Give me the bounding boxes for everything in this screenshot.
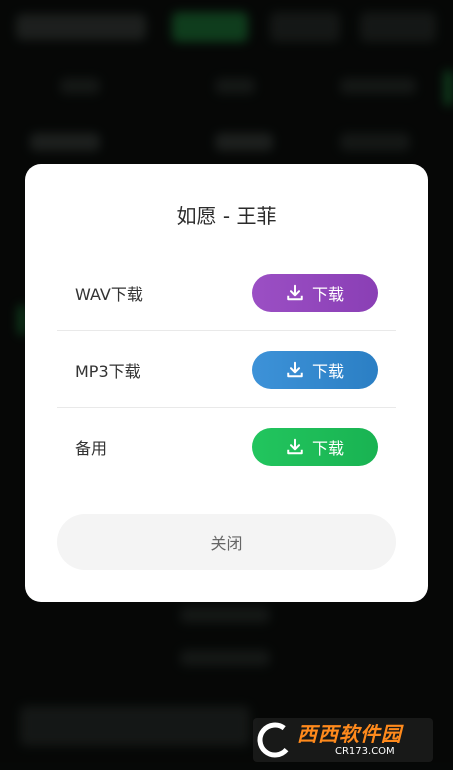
download-option-mp3: MP3下载 下载: [57, 331, 396, 408]
site-watermark: 西西软件园 CR173.COM: [253, 718, 433, 762]
button-label: 下载: [311, 284, 344, 304]
download-option-backup: 备用 下载: [57, 408, 396, 485]
watermark-logo-icon: [253, 718, 297, 762]
watermark-text: 西西软件园 CR173.COM: [297, 724, 402, 757]
option-label: 备用: [75, 438, 108, 458]
download-dialog: 如愿 - 王菲 WAV下载 下载 MP3下载 下载 备用 下载 关闭: [25, 164, 428, 602]
option-label: MP3下载: [75, 361, 141, 381]
download-option-wav: WAV下载 下载: [57, 254, 396, 331]
watermark-site: CR173.COM: [335, 745, 395, 757]
option-label: WAV下载: [75, 284, 143, 304]
mp3-download-button[interactable]: 下载: [252, 350, 378, 389]
watermark-brand: 西西软件园: [297, 721, 402, 746]
close-button[interactable]: 关闭: [57, 514, 396, 570]
backup-download-button[interactable]: 下载: [252, 427, 378, 466]
download-icon: [287, 438, 303, 454]
dialog-title: 如愿 - 王菲: [176, 204, 277, 228]
download-icon: [287, 361, 303, 377]
wav-download-button[interactable]: 下载: [252, 273, 378, 312]
button-label: 下载: [311, 361, 344, 381]
button-label: 下载: [311, 438, 344, 458]
download-icon: [287, 284, 303, 300]
